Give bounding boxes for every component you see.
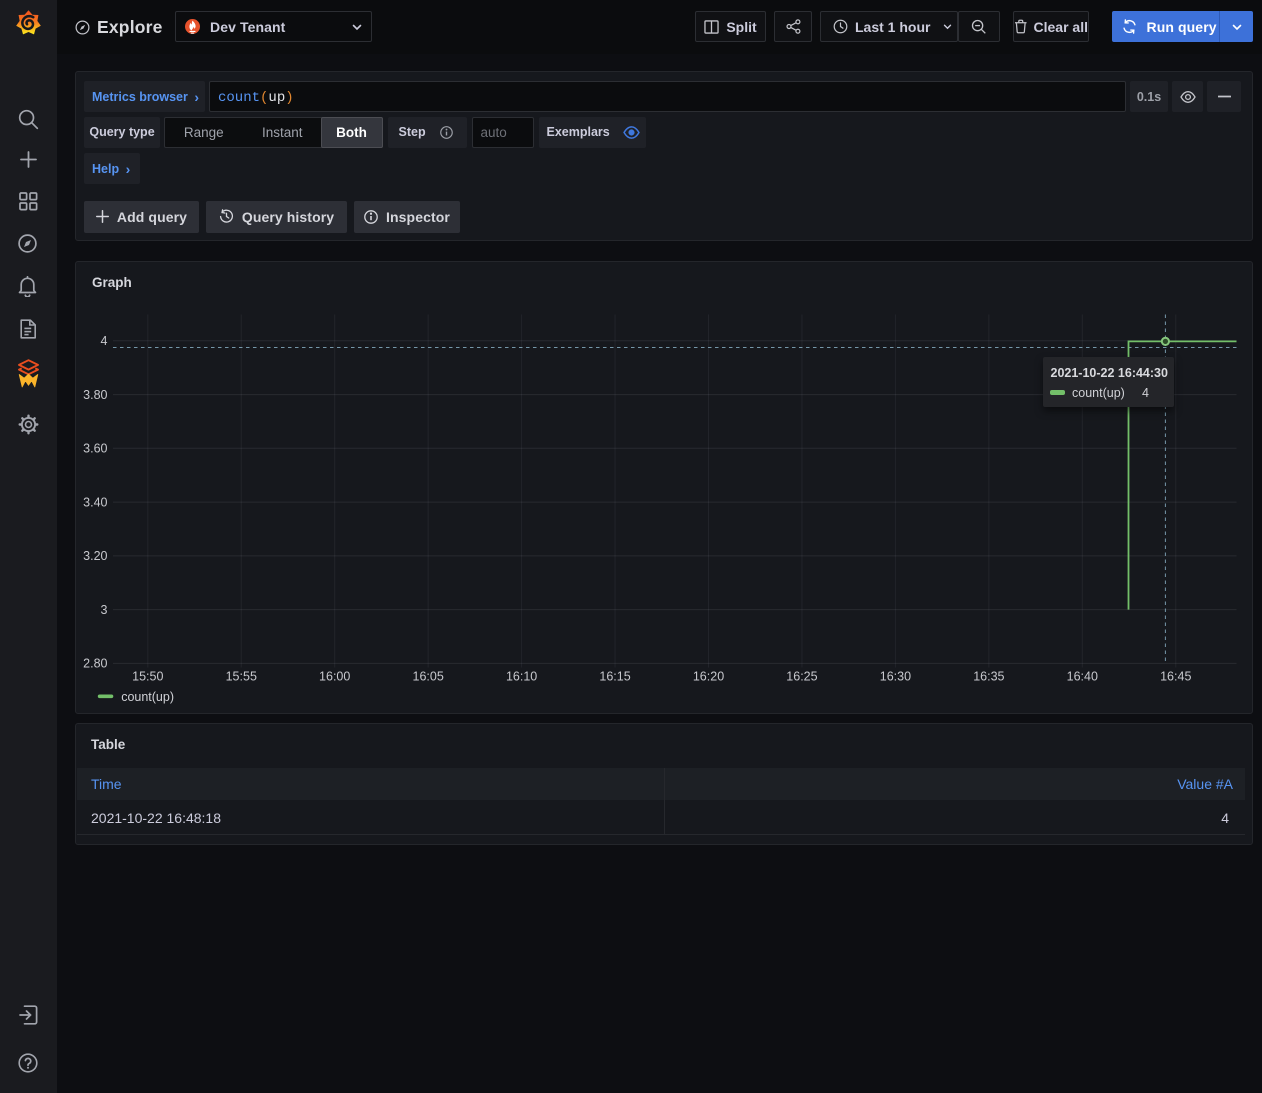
svg-text:16:30: 16:30 (880, 670, 911, 684)
svg-text:3.80: 3.80 (83, 388, 107, 402)
svg-text:3.60: 3.60 (83, 442, 107, 456)
svg-text:15:55: 15:55 (226, 670, 257, 684)
svg-text:16:20: 16:20 (693, 670, 724, 684)
svg-text:16:10: 16:10 (506, 670, 537, 684)
svg-text:3.40: 3.40 (83, 495, 107, 509)
svg-text:count(up): count(up) (121, 690, 174, 704)
svg-text:16:35: 16:35 (973, 670, 1004, 684)
svg-text:3.20: 3.20 (83, 549, 107, 563)
svg-text:3: 3 (101, 603, 108, 617)
svg-text:4: 4 (101, 334, 108, 348)
svg-text:16:45: 16:45 (1160, 670, 1191, 684)
svg-text:16:40: 16:40 (1067, 670, 1098, 684)
svg-text:16:15: 16:15 (599, 670, 630, 684)
svg-text:16:25: 16:25 (786, 670, 817, 684)
svg-text:15:50: 15:50 (132, 670, 163, 684)
svg-text:16:00: 16:00 (319, 670, 350, 684)
svg-text:16:05: 16:05 (413, 670, 444, 684)
svg-text:2.80: 2.80 (83, 657, 107, 671)
